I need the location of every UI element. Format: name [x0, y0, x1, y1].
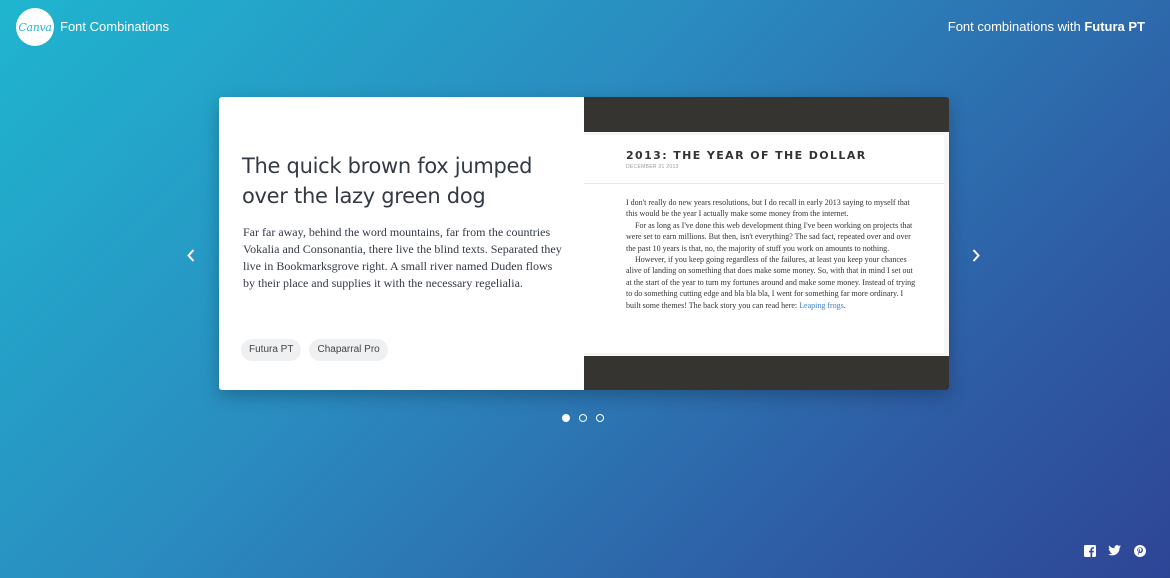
header-font-label: Font combinations with Futura PT: [948, 19, 1145, 34]
pager-dot-1[interactable]: [562, 414, 570, 422]
logo-text: Canva: [18, 20, 52, 34]
post-title: 2013: THE YEAR OF THE DOLLAR: [626, 149, 867, 162]
header-font-prefix: Font combinations with: [947, 19, 1085, 34]
facebook-icon[interactable]: [1083, 544, 1096, 557]
preview-post: 2013: THE YEAR OF THE DOLLAR DECEMBER 31…: [584, 135, 944, 353]
header-font-name: Futura PT: [1084, 19, 1145, 34]
post-paragraph-3-text: However, if you keep going regardless of…: [626, 255, 916, 310]
leaping-frogs-link[interactable]: Leaping frogs: [799, 301, 844, 310]
chevron-right-icon: [972, 248, 980, 262]
app-title[interactable]: Font Combinations: [60, 19, 169, 34]
pager-dot-3[interactable]: [596, 414, 604, 422]
pager-dot-2[interactable]: [579, 414, 587, 422]
prev-arrow-button[interactable]: [181, 244, 201, 266]
post-header: 2013: THE YEAR OF THE DOLLAR DECEMBER 31…: [584, 135, 944, 184]
sample-body-text: Far far away, behind the word mountains,…: [243, 225, 562, 290]
link-suffix: .: [843, 300, 846, 310]
sample-heading: The quick brown fox jumped over the lazy…: [242, 154, 533, 208]
pinterest-icon[interactable]: [1133, 544, 1146, 557]
post-body: I don't really do new years resolutions,…: [626, 197, 916, 311]
post-paragraph-2: For as long as I've done this web develo…: [626, 220, 913, 253]
carousel-pager: [562, 414, 604, 422]
post-paragraph-3: However, if you keep going regardless of…: [626, 254, 916, 311]
social-links: [1083, 544, 1146, 557]
font-combination-card: The quick brown fox jumped over the lazy…: [219, 97, 949, 390]
font-tags: Futura PT Chaparral Pro: [241, 339, 388, 361]
next-arrow-button[interactable]: [966, 244, 986, 266]
preview-panel: 2013: THE YEAR OF THE DOLLAR DECEMBER 31…: [584, 97, 949, 390]
chevron-left-icon: [187, 248, 195, 262]
font-tag-futura-pt[interactable]: Futura PT: [241, 339, 302, 361]
preview-page: 2013: THE YEAR OF THE DOLLAR DECEMBER 31…: [584, 132, 949, 356]
sample-panel: The quick brown fox jumped over the lazy…: [219, 97, 584, 390]
font-tag-chaparral-pro[interactable]: Chaparral Pro: [309, 339, 388, 361]
post-date: DECEMBER 31 2013: [626, 164, 679, 170]
post-paragraph-1: I don't really do new years resolutions,…: [626, 198, 910, 219]
twitter-icon[interactable]: [1108, 544, 1121, 557]
canva-logo[interactable]: Canva: [16, 8, 54, 46]
